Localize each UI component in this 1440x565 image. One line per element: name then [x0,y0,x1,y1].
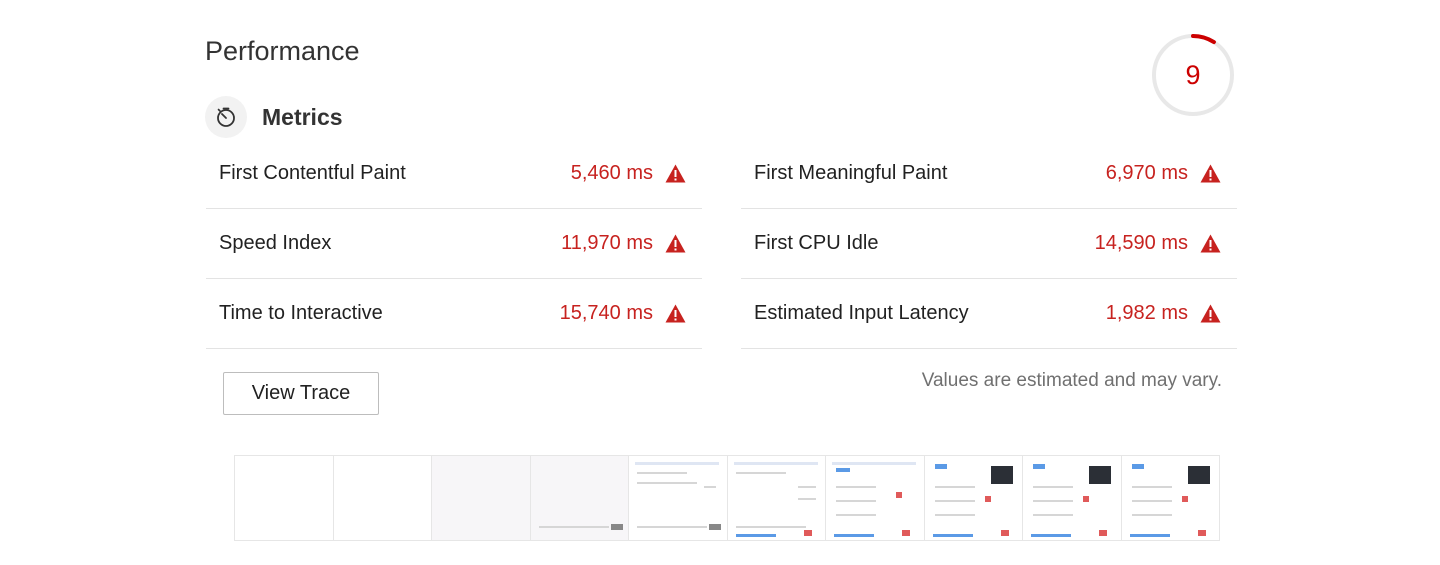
metrics-column-right: First Meaningful Paint 6,970 ms First CP… [741,139,1237,349]
section-title: Metrics [262,103,343,130]
metric-value: 6,970 ms [1105,162,1188,184]
filmstrip-frame [826,456,925,540]
filmstrip-frame [629,456,728,540]
warning-triangle-icon [1200,304,1221,323]
metric-value: 15,740 ms [559,302,653,324]
warning-triangle-icon [665,304,686,323]
metric-name: Speed Index [219,232,332,254]
filmstrip [234,455,1220,541]
metric-value: 5,460 ms [570,162,653,184]
warning-triangle-icon [1200,234,1221,253]
warning-triangle-icon [665,234,686,253]
metric-name: First Meaningful Paint [754,162,948,184]
metric-name: Time to Interactive [219,302,383,324]
metric-value: 1,982 ms [1105,302,1188,324]
metric-row: Time to Interactive 15,740 ms [206,279,702,349]
metric-name: First Contentful Paint [219,162,406,184]
filmstrip-frame [333,456,432,540]
filmstrip-frame [924,456,1023,540]
score-value: 9 [1185,60,1201,90]
filmstrip-frame [530,456,629,540]
filmstrip-frame [1121,456,1219,540]
page-title: Performance [205,36,360,66]
estimate-note: Values are estimated and may vary. [921,370,1222,391]
filmstrip-frame [235,456,334,540]
metric-row: First Meaningful Paint 6,970 ms [741,139,1237,209]
stopwatch-icon [205,96,247,138]
view-trace-button[interactable]: View Trace [223,372,379,415]
metric-row: Estimated Input Latency 1,982 ms [741,279,1237,349]
metric-value: 11,970 ms [561,232,653,254]
metric-row: First Contentful Paint 5,460 ms [206,139,702,209]
metric-value: 14,590 ms [1094,232,1188,254]
metric-row: Speed Index 11,970 ms [206,209,702,279]
metrics-header: Metrics [205,96,343,138]
metrics-column-left: First Contentful Paint 5,460 ms Speed In… [206,139,702,349]
filmstrip-frame [727,456,826,540]
metric-name: Estimated Input Latency [754,302,969,324]
metric-row: First CPU Idle 14,590 ms [741,209,1237,279]
filmstrip-frame [1023,456,1122,540]
warning-triangle-icon [665,164,686,183]
filmstrip-frame [432,456,531,540]
warning-triangle-icon [1200,164,1221,183]
metric-name: First CPU Idle [754,232,879,254]
score-gauge[interactable]: 9 [1150,32,1236,118]
